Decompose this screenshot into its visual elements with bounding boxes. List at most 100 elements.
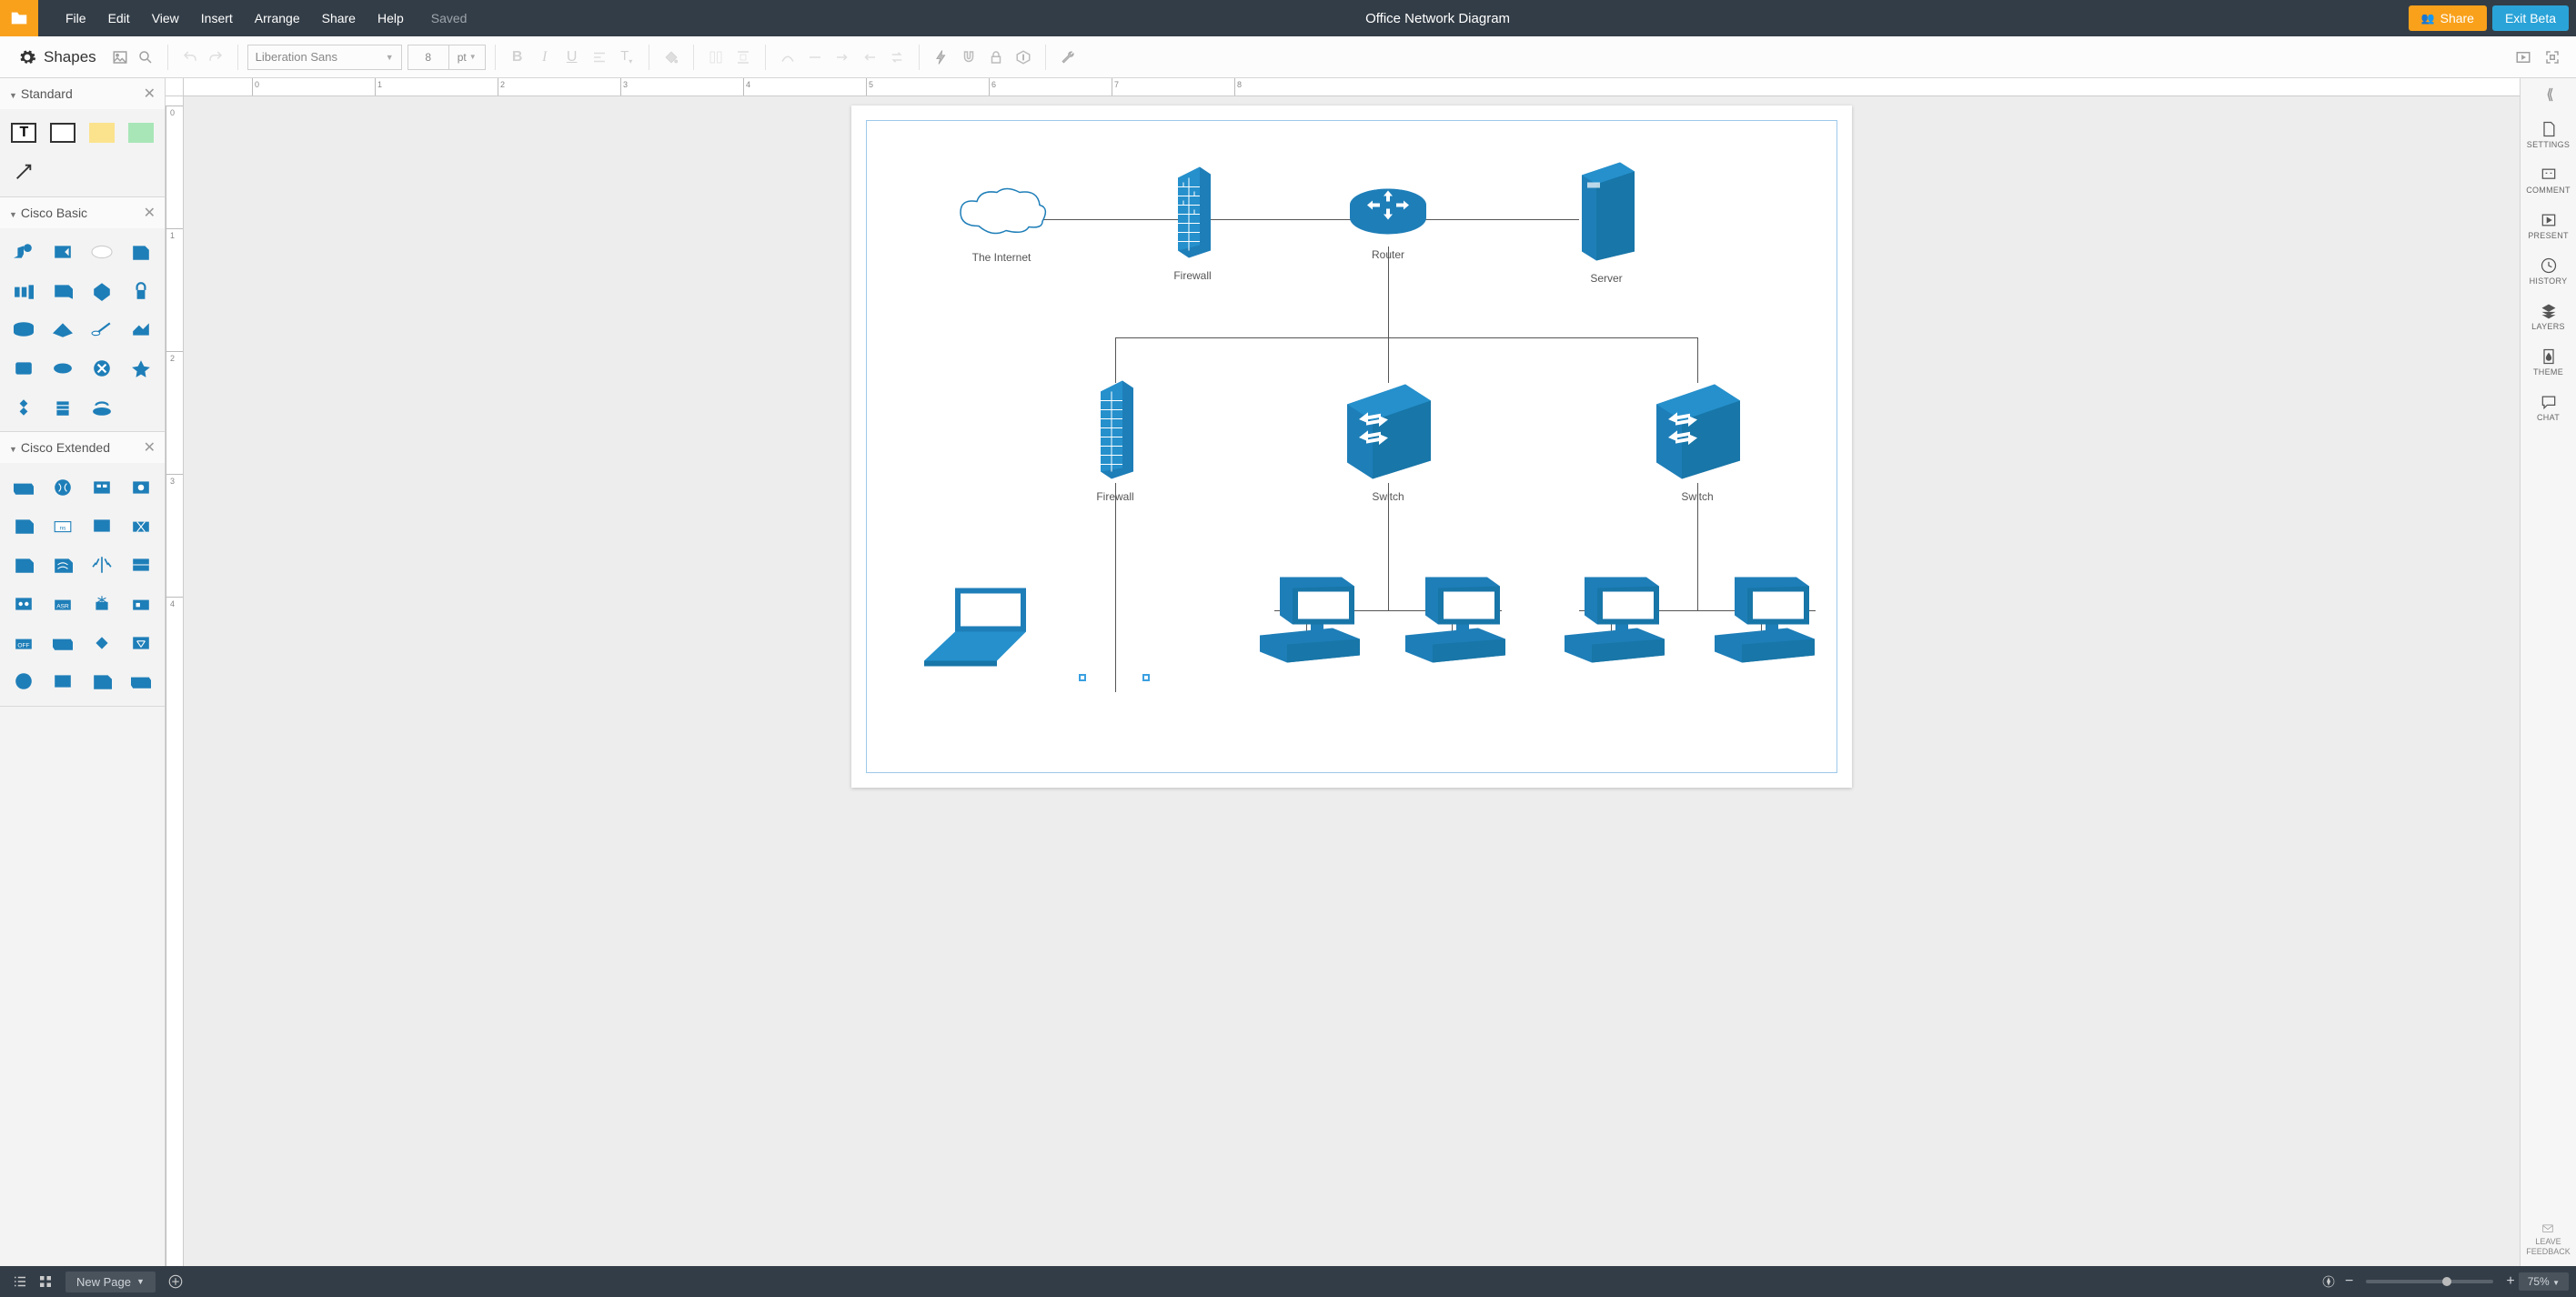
zoom-out-button[interactable]: − xyxy=(2341,1273,2357,1290)
cisco-shape[interactable] xyxy=(7,236,41,269)
arrow-start-button[interactable] xyxy=(830,45,855,70)
cisco-shape[interactable] xyxy=(46,274,80,307)
zoom-percent[interactable]: 75% ▼ xyxy=(2519,1272,2569,1291)
cisco-shape[interactable] xyxy=(86,470,119,504)
zoom-thumb[interactable] xyxy=(2442,1277,2451,1286)
dock-history[interactable]: HISTORY xyxy=(2521,249,2576,293)
list-view-icon[interactable] xyxy=(7,1269,33,1294)
cisco-shape[interactable] xyxy=(86,509,119,543)
fill-color-button[interactable] xyxy=(659,45,684,70)
cisco-shape[interactable] xyxy=(124,236,157,269)
close-icon[interactable]: ✕ xyxy=(144,85,156,103)
align-left-button[interactable] xyxy=(703,45,729,70)
node-pc[interactable] xyxy=(1247,572,1365,677)
cisco-shape[interactable] xyxy=(124,548,157,582)
node-laptop[interactable] xyxy=(915,581,1042,677)
cisco-shape[interactable]: OFF xyxy=(7,626,41,659)
node-pc[interactable] xyxy=(1702,572,1820,677)
underline-button[interactable]: U xyxy=(559,45,585,70)
search-icon[interactable] xyxy=(133,45,158,70)
cisco-shape[interactable] xyxy=(46,391,80,425)
cisco-shape[interactable] xyxy=(46,626,80,659)
connection[interactable] xyxy=(1115,337,1697,338)
cisco-shape[interactable] xyxy=(7,391,41,425)
cisco-shape[interactable] xyxy=(124,509,157,543)
font-size-select[interactable]: 8 xyxy=(408,45,449,70)
play-slideshow-icon[interactable] xyxy=(2511,45,2536,70)
cisco-shape[interactable] xyxy=(124,274,157,307)
line-style-button[interactable] xyxy=(802,45,828,70)
cisco-shape[interactable] xyxy=(86,588,119,621)
document-title[interactable]: Office Network Diagram xyxy=(467,11,2408,26)
cisco-shape[interactable] xyxy=(46,665,80,699)
dock-theme[interactable]: THEME xyxy=(2521,340,2576,384)
cisco-shape[interactable]: ns xyxy=(46,509,80,543)
bold-button[interactable]: B xyxy=(505,45,530,70)
selection-handle[interactable] xyxy=(1079,674,1086,681)
shapes-button[interactable]: Shapes xyxy=(7,48,107,66)
cisco-shape[interactable] xyxy=(86,236,119,269)
cisco-shape[interactable] xyxy=(124,665,157,699)
cisco-shape[interactable] xyxy=(7,313,41,347)
cisco-shape[interactable]: ASR xyxy=(46,588,80,621)
share-button[interactable]: 👥 Share xyxy=(2409,5,2487,31)
image-icon[interactable] xyxy=(107,45,133,70)
connection[interactable] xyxy=(1042,219,1179,220)
cisco-shape[interactable] xyxy=(7,665,41,699)
cisco-shape[interactable] xyxy=(124,470,157,504)
zoom-slider[interactable] xyxy=(2366,1280,2493,1283)
menu-file[interactable]: File xyxy=(55,11,97,25)
cisco-shape[interactable] xyxy=(7,509,41,543)
selection-handle[interactable] xyxy=(1142,674,1150,681)
shape-category-header[interactable]: ▼Cisco Basic ✕ xyxy=(0,197,165,228)
text-style-button[interactable]: T▾ xyxy=(614,45,639,70)
cisco-shape[interactable] xyxy=(7,470,41,504)
compass-icon[interactable] xyxy=(2316,1269,2341,1294)
redo-button[interactable] xyxy=(203,45,228,70)
node-pc[interactable] xyxy=(1552,572,1670,677)
cisco-shape[interactable] xyxy=(46,352,80,386)
diagram-page[interactable]: The Internet Firewall Router xyxy=(851,106,1852,788)
shape-rect[interactable] xyxy=(46,116,80,150)
cisco-shape[interactable] xyxy=(86,548,119,582)
cisco-shape[interactable] xyxy=(124,626,157,659)
cisco-shape[interactable] xyxy=(86,313,119,347)
node-pc[interactable] xyxy=(1393,572,1511,677)
font-unit-select[interactable]: pt▼ xyxy=(449,45,486,70)
menu-share[interactable]: Share xyxy=(311,11,367,25)
page-tab[interactable]: New Page ▼ xyxy=(65,1272,156,1292)
collapse-dock-button[interactable]: ⟨⟨ xyxy=(2546,85,2550,104)
fullscreen-icon[interactable] xyxy=(2540,45,2565,70)
node-firewall[interactable] xyxy=(1095,381,1135,486)
menu-arrange[interactable]: Arrange xyxy=(244,11,311,25)
bolt-icon[interactable] xyxy=(929,45,954,70)
swap-arrows-button[interactable] xyxy=(884,45,910,70)
wrench-icon[interactable] xyxy=(1055,45,1081,70)
shape-text[interactable]: T xyxy=(7,116,41,150)
connection[interactable] xyxy=(1115,337,1116,383)
canvas-viewport[interactable]: The Internet Firewall Router xyxy=(184,96,2520,1266)
menu-help[interactable]: Help xyxy=(367,11,415,25)
grid-view-icon[interactable] xyxy=(33,1269,58,1294)
leave-feedback-button[interactable]: LEAVE FEEDBACK xyxy=(2526,1217,2571,1266)
lock-icon[interactable] xyxy=(983,45,1009,70)
font-select[interactable]: Liberation Sans ▼ xyxy=(247,45,402,70)
cisco-shape[interactable] xyxy=(86,665,119,699)
italic-button[interactable]: I xyxy=(532,45,558,70)
cisco-shape[interactable] xyxy=(46,470,80,504)
cisco-shape[interactable] xyxy=(46,313,80,347)
shape-note-yellow[interactable] xyxy=(86,116,119,150)
menu-view[interactable]: View xyxy=(141,11,190,25)
add-page-button[interactable] xyxy=(163,1269,188,1294)
cisco-shape[interactable] xyxy=(124,352,157,386)
dock-settings[interactable]: SETTINGS xyxy=(2521,113,2576,156)
shape-library-panel[interactable]: ▼Standard ✕ T ▼Cisco Basic ✕ xyxy=(0,78,166,1266)
magnet-icon[interactable] xyxy=(956,45,981,70)
node-internet[interactable] xyxy=(951,186,1052,245)
cisco-shape[interactable] xyxy=(124,588,157,621)
cisco-shape[interactable] xyxy=(7,548,41,582)
connection[interactable] xyxy=(1388,337,1389,383)
cisco-shape[interactable] xyxy=(7,352,41,386)
align-button[interactable] xyxy=(587,45,612,70)
node-switch[interactable] xyxy=(1338,381,1438,486)
